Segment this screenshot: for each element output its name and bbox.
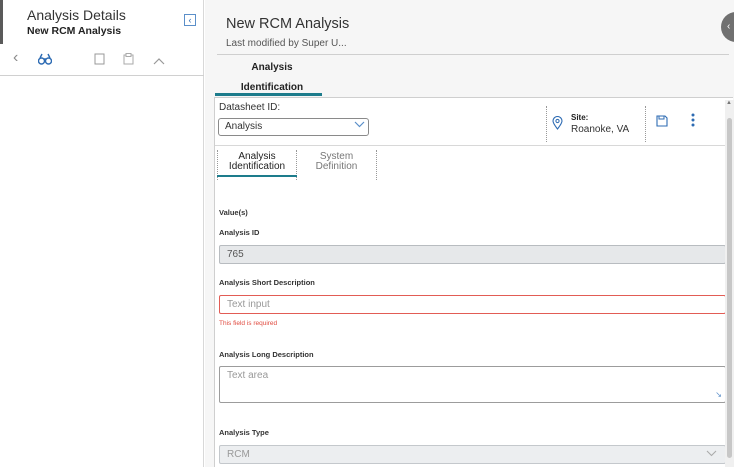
datasheet-card: Datasheet ID: Analysis Site: Roanoke, VA… xyxy=(214,97,733,467)
datasheet-id-label: Datasheet ID: xyxy=(219,102,281,113)
datasheet-id-select[interactable]: Analysis xyxy=(218,118,369,136)
chevron-down-icon xyxy=(706,449,717,460)
tab-line2: Identification xyxy=(228,161,286,172)
last-modified-text: Last modified by Super U... xyxy=(226,38,347,49)
long-description-textarea[interactable]: Text area ↘ xyxy=(219,366,726,403)
tab-system-definition[interactable]: System Definition xyxy=(297,150,377,180)
chevron-down-icon xyxy=(354,120,365,130)
analysis-type-select: RCM xyxy=(219,445,726,464)
analysis-type-label: Analysis Type xyxy=(219,428,269,437)
short-description-error: This field is required xyxy=(219,320,278,327)
sub-tab-underline xyxy=(217,175,297,177)
short-description-label: Analysis Short Description xyxy=(219,278,315,287)
vertical-scrollbar[interactable]: ▲ xyxy=(725,100,734,467)
site-separator xyxy=(546,106,547,142)
analysis-type-value: RCM xyxy=(227,449,250,460)
location-pin-icon xyxy=(552,115,563,130)
active-tab-underline xyxy=(215,93,322,96)
short-description-input[interactable]: Text input xyxy=(219,295,726,314)
chevron-up-icon[interactable] xyxy=(153,53,165,69)
left-header: Analysis Details New RCM Analysis xyxy=(0,0,204,44)
left-title: Analysis Details xyxy=(27,7,126,23)
site-label: Site: xyxy=(571,113,589,122)
header-divider xyxy=(217,54,729,55)
analysis-id-label: Analysis ID xyxy=(219,228,260,237)
resize-handle-icon[interactable]: ↘ xyxy=(715,390,722,399)
card-divider xyxy=(215,145,727,146)
long-description-label: Analysis Long Description xyxy=(219,350,314,359)
save-icon[interactable] xyxy=(656,114,668,127)
more-options-icon[interactable] xyxy=(691,113,695,127)
site-separator-2 xyxy=(645,106,646,142)
copy-icon[interactable] xyxy=(94,53,105,69)
long-description-placeholder: Text area xyxy=(227,370,269,381)
left-toolbar: ‹ xyxy=(0,48,204,76)
back-chevron-icon[interactable]: ‹ xyxy=(13,50,18,66)
values-heading: Value(s) xyxy=(219,208,248,217)
page-title: New RCM Analysis xyxy=(226,16,350,32)
left-subtitle[interactable]: New RCM Analysis xyxy=(27,25,121,37)
tab-line2: Definition xyxy=(315,161,358,172)
scroll-thumb[interactable] xyxy=(727,118,732,458)
site-value: Roanoke, VA xyxy=(571,124,630,135)
analysis-id-field: 765 xyxy=(219,245,726,264)
tab-analysis-identification-line2[interactable]: Identification xyxy=(219,82,325,93)
binoculars-icon[interactable] xyxy=(37,53,53,69)
expand-panel-icon[interactable]: ‹ xyxy=(721,12,734,42)
paste-icon[interactable] xyxy=(123,53,134,69)
chevron-left-icon[interactable]: ‹ xyxy=(184,14,196,26)
right-panel: New RCM Analysis Last modified by Super … xyxy=(205,0,734,467)
tab-analysis-identification-line1[interactable]: Analysis xyxy=(219,62,325,73)
left-panel: Analysis Details New RCM Analysis ‹ ‹ xyxy=(0,0,204,467)
scroll-up-icon[interactable]: ▲ xyxy=(726,100,732,106)
